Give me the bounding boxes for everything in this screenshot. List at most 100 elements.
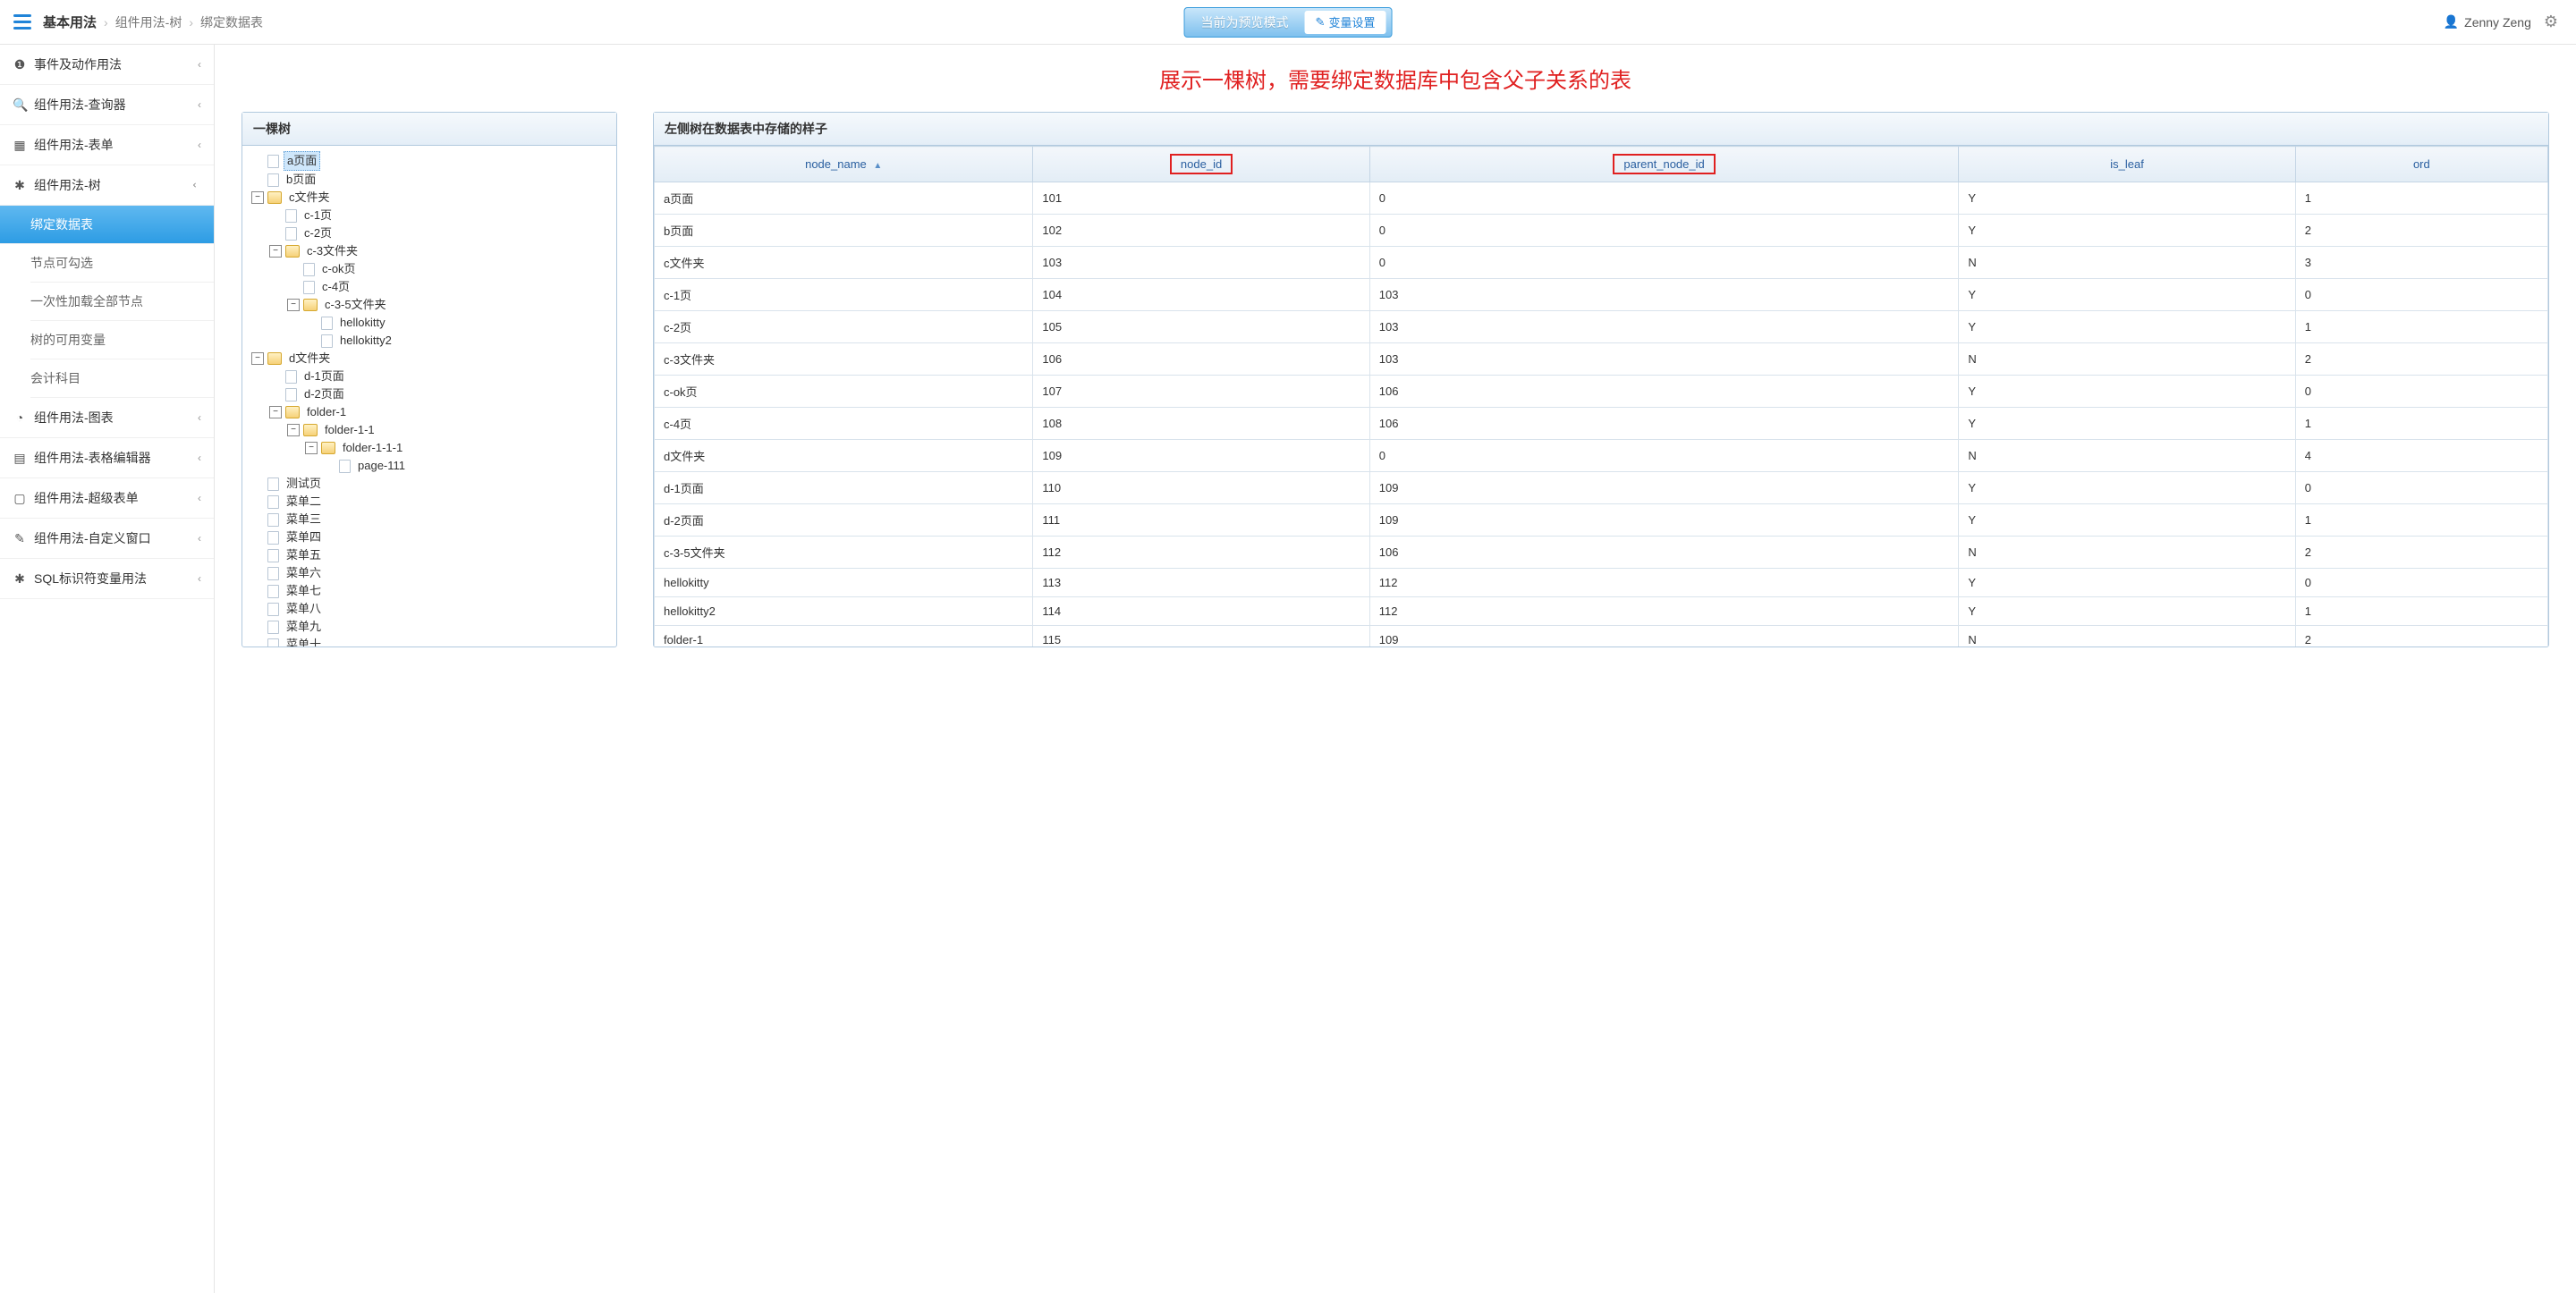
tree-node[interactable]: 菜单十 — [250, 636, 609, 646]
sidebar-item[interactable]: ▢组件用法-超级表单‹ — [0, 478, 214, 519]
chart-icon: ◔ — [13, 410, 27, 425]
tree-node[interactable]: d-2页面 — [267, 385, 609, 403]
sidebar-sub-item[interactable]: 节点可勾选 — [30, 244, 214, 283]
sidebar-item[interactable]: ▤组件用法-表格编辑器‹ — [0, 438, 214, 478]
cell-is_leaf: Y — [1959, 182, 2295, 215]
collapse-icon[interactable]: − — [305, 442, 318, 454]
table-row[interactable]: c-1页104103Y0 — [655, 279, 2548, 311]
table-row[interactable]: a页面1010Y1 — [655, 182, 2548, 215]
cell-node_name: a页面 — [655, 182, 1033, 215]
tree-node[interactable]: b页面 — [250, 171, 609, 189]
cell-is_leaf: Y — [1959, 472, 2295, 504]
user-menu[interactable]: 👤 Zenny Zeng — [2444, 14, 2531, 30]
tree-node[interactable]: 菜单四 — [250, 528, 609, 546]
collapse-icon[interactable]: − — [251, 191, 264, 204]
page-icon — [321, 334, 333, 348]
tree-node[interactable]: c-2页 — [267, 224, 609, 242]
cell-node_id: 112 — [1033, 537, 1369, 569]
tree-node-label: d-2页面 — [301, 385, 347, 403]
tree-node[interactable]: 菜单六 — [250, 564, 609, 582]
tree-node[interactable]: d-1页面 — [267, 368, 609, 385]
tree-node-label: 菜单五 — [284, 546, 324, 564]
sidebar-sub-item[interactable]: 一次性加载全部节点 — [30, 283, 214, 321]
tree-node-label: c-3-5文件夹 — [322, 296, 389, 314]
sidebar-item[interactable]: ▦组件用法-表单‹ — [0, 125, 214, 165]
tree-node[interactable]: 菜单二 — [250, 493, 609, 511]
table-row[interactable]: c-3-5文件夹112106N2 — [655, 537, 2548, 569]
th-node_name[interactable]: node_name ▲ — [655, 147, 1033, 182]
table-row[interactable]: b页面1020Y2 — [655, 215, 2548, 247]
tree-node[interactable]: −folder-1-1-1page-111 — [303, 439, 609, 475]
page-icon — [267, 549, 279, 562]
tree-node[interactable]: 菜单七 — [250, 582, 609, 600]
table-row[interactable]: d文件夹1090N4 — [655, 440, 2548, 472]
tree-node[interactable]: c-4页 — [285, 278, 609, 296]
variable-settings-button[interactable]: ✎ 变量设置 — [1305, 11, 1386, 34]
table-row[interactable]: c-4页108106Y1 — [655, 408, 2548, 440]
table-row[interactable]: c文件夹1030N3 — [655, 247, 2548, 279]
collapse-icon[interactable]: − — [269, 245, 282, 258]
table-row[interactable]: d-2页面111109Y1 — [655, 504, 2548, 537]
collapse-icon[interactable]: − — [287, 299, 300, 311]
tree-icon: ✱ — [13, 178, 27, 193]
menu-toggle-icon[interactable] — [9, 9, 36, 36]
settings-gear-icon[interactable]: ⚙ — [2544, 13, 2558, 31]
collapse-icon[interactable]: − — [269, 406, 282, 418]
tree-node[interactable]: −d文件夹d-1页面d-2页面−folder-1−folder-1-1−fold… — [250, 350, 609, 475]
th-node_id[interactable]: node_id — [1033, 147, 1369, 182]
sidebar-item[interactable]: ✱SQL标识符变量用法‹ — [0, 559, 214, 599]
cell-ord: 1 — [2295, 504, 2547, 537]
table-row[interactable]: c-2页105103Y1 — [655, 311, 2548, 343]
tree-node[interactable]: −folder-1-1−folder-1-1-1page-111 — [285, 421, 609, 475]
tree-node[interactable]: c-ok页 — [285, 260, 609, 278]
sidebar-item[interactable]: 🔍组件用法-查询器‹ — [0, 85, 214, 125]
tree-node[interactable]: 菜单五 — [250, 546, 609, 564]
tree-node[interactable]: 菜单三 — [250, 511, 609, 528]
table-row[interactable]: c-ok页107106Y0 — [655, 376, 2548, 408]
breadcrumb-part-2[interactable]: 绑定数据表 — [200, 13, 263, 31]
form-icon: ▦ — [13, 138, 27, 153]
tree-node[interactable]: − c-3-5文件夹hellokittyhellokitty2 — [285, 296, 609, 350]
sidebar-item[interactable]: ✱组件用法-树⌄ — [0, 165, 214, 206]
tree-node[interactable]: hellokitty2 — [303, 332, 609, 350]
sidebar-sub-item[interactable]: 会计科目 — [30, 359, 214, 398]
collapse-icon[interactable]: − — [287, 424, 300, 436]
table-row[interactable]: d-1页面110109Y0 — [655, 472, 2548, 504]
tree-root: a页面b页面−c文件夹c-1页c-2页−c-3文件夹c-ok页c-4页−c-3-… — [250, 151, 609, 646]
th-ord[interactable]: ord — [2295, 147, 2547, 182]
tree-spacer — [251, 603, 264, 615]
th-is_leaf[interactable]: is_leaf — [1959, 147, 2295, 182]
breadcrumb-root[interactable]: 基本用法 — [43, 13, 97, 31]
tree-node[interactable]: c-1页 — [267, 207, 609, 224]
page-icon — [285, 227, 297, 241]
th-parent_node_id[interactable]: parent_node_id — [1369, 147, 1959, 182]
chevron-left-icon: ‹ — [198, 139, 201, 151]
tree-node[interactable]: hellokitty — [303, 314, 609, 332]
tree-node[interactable]: a页面 — [250, 151, 609, 171]
sidebar-item[interactable]: ◔组件用法-图表‹ — [0, 398, 214, 438]
tree-node[interactable]: page-111 — [321, 457, 609, 475]
table-row[interactable]: hellokitty113112Y0 — [655, 569, 2548, 597]
table-row[interactable]: folder-1115109N2 — [655, 626, 2548, 647]
breadcrumb: 基本用法 › 组件用法-树 › 绑定数据表 — [43, 13, 263, 31]
tree-node[interactable]: −c文件夹c-1页c-2页−c-3文件夹c-ok页c-4页−c-3-5文件夹he… — [250, 189, 609, 350]
tree-node[interactable]: −c-3文件夹c-ok页c-4页−c-3-5文件夹hellokittyhello… — [267, 242, 609, 350]
breadcrumb-part-1[interactable]: 组件用法-树 — [115, 13, 182, 31]
tree-node-label: c-1页 — [301, 207, 335, 224]
tree-node[interactable]: −folder-1−folder-1-1−folder-1-1-1page-11… — [267, 403, 609, 475]
table-row[interactable]: c-3文件夹106103N2 — [655, 343, 2548, 376]
sidebar-sub-item[interactable]: 树的可用变量 — [30, 321, 214, 359]
collapse-icon[interactable]: − — [251, 352, 264, 365]
sidebar-item[interactable]: ❶事件及动作用法‹ — [0, 45, 214, 85]
table-row[interactable]: hellokitty2114112Y1 — [655, 597, 2548, 626]
tree-node[interactable]: 菜单九 — [250, 618, 609, 636]
cell-node_id: 101 — [1033, 182, 1369, 215]
tree-panel-body[interactable]: a页面b页面−c文件夹c-1页c-2页−c-3文件夹c-ok页c-4页−c-3-… — [242, 146, 616, 646]
sidebar-item[interactable]: ✎组件用法-自定义窗口‹ — [0, 519, 214, 559]
cell-node_name: c-ok页 — [655, 376, 1033, 408]
cell-node_id: 104 — [1033, 279, 1369, 311]
cell-ord: 1 — [2295, 597, 2547, 626]
sidebar-sub-item[interactable]: 绑定数据表 — [0, 206, 214, 244]
tree-node[interactable]: 测试页 — [250, 475, 609, 493]
tree-node[interactable]: 菜单八 — [250, 600, 609, 618]
